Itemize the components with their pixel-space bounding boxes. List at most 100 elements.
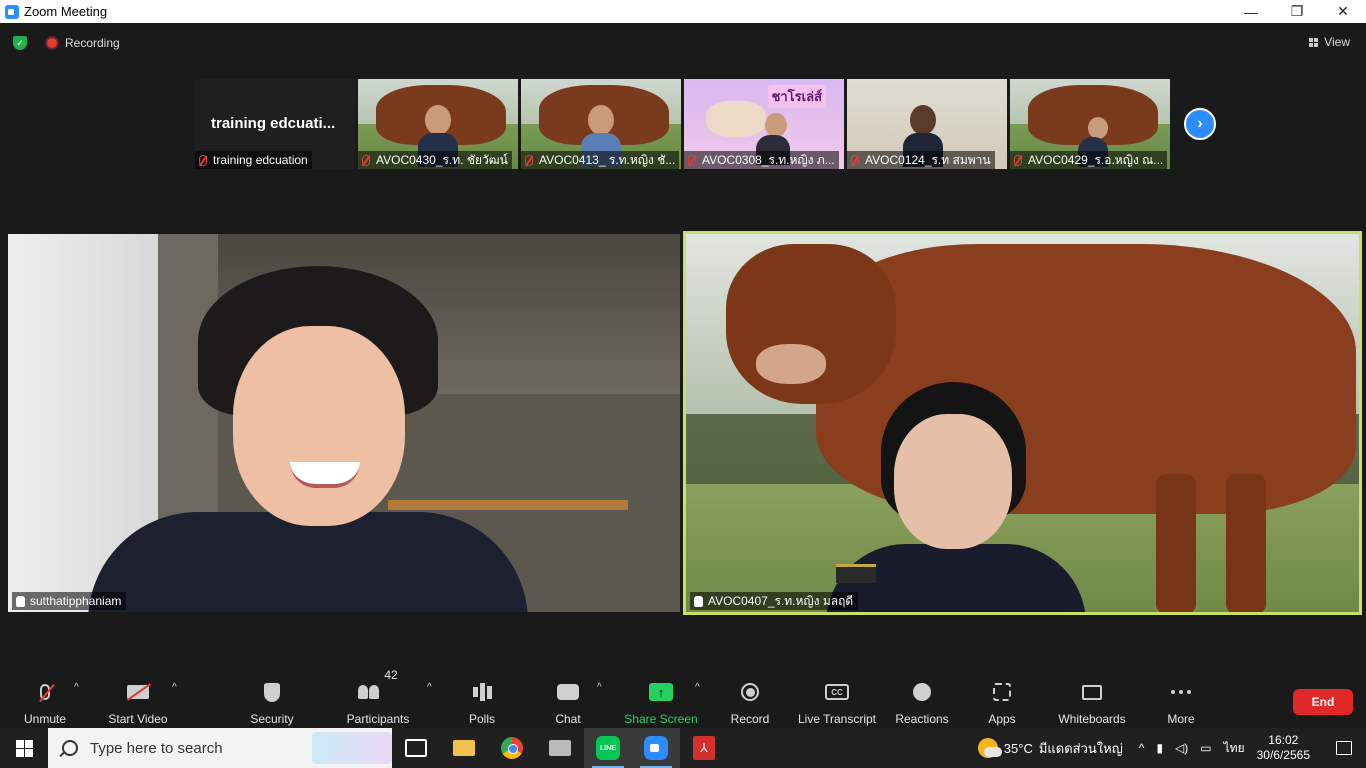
share-screen-label: Share Screen <box>624 712 698 726</box>
video-options-caret-icon[interactable]: ^ <box>172 682 177 693</box>
closed-caption-icon: CC <box>825 684 849 700</box>
minimize-button[interactable]: — <box>1228 0 1274 23</box>
recording-label: Recording <box>65 36 120 50</box>
raise-hand-icon <box>16 595 25 607</box>
end-meeting-button[interactable]: End <box>1293 689 1353 715</box>
more-label: More <box>1167 712 1195 726</box>
file-explorer-button[interactable] <box>440 728 488 768</box>
thumbnail-tile[interactable]: AVOC0430_ร.ท. ชัยวัฒน์ <box>358 79 518 169</box>
chat-label: Chat <box>555 712 581 726</box>
microphone-muted-icon <box>40 684 50 700</box>
apps-button[interactable]: Apps <box>957 680 1047 726</box>
thumbnail-tile[interactable]: ชาโรเล่ส์ AVOC0308_ร.ท.หญิง ภ... <box>684 79 844 169</box>
participants-button[interactable]: 42 Participants <box>333 668 423 726</box>
window-controls: — ❐ ✕ <box>1228 0 1366 23</box>
notification-center-button[interactable] <box>1322 728 1366 768</box>
video-tile-active-speaker[interactable]: AVOC0407_ร.ท.หญิง มลฤดี <box>683 231 1362 615</box>
thumbnail-big-name: training edcuati... <box>211 115 336 132</box>
encryption-shield-icon[interactable]: ✓ <box>13 36 27 50</box>
thumbnail-name: AVOC0429_ร.อ.หญิง ณ... <box>1028 152 1164 167</box>
temperature[interactable]: 35°C <box>1004 741 1033 756</box>
share-options-caret-icon[interactable]: ^ <box>695 682 700 693</box>
thumbnail-name: AVOC0430_ร.ท. ชัยวัฒน์ <box>376 152 508 167</box>
video-tile-left[interactable]: sutthatipphaniam <box>8 234 680 612</box>
restore-button[interactable]: ❐ <box>1274 0 1320 23</box>
network-icon[interactable]: ▭ <box>1200 741 1211 755</box>
recording-indicator[interactable]: Recording <box>45 36 120 50</box>
chat-bubble-icon <box>557 684 579 700</box>
taskbar-search-box[interactable]: Type here to search <box>48 728 392 768</box>
view-label: View <box>1324 35 1350 49</box>
search-placeholder: Type here to search <box>90 739 223 757</box>
zoom-icon <box>644 736 668 760</box>
speaker-icon[interactable]: ◁) <box>1175 741 1188 755</box>
meeting-topbar: ✓ Recording View <box>0 23 1366 63</box>
pdf-app-button[interactable]: ⅄ <box>680 728 728 768</box>
thumbnail-tile[interactable]: AVOC0429_ร.อ.หญิง ณ... <box>1010 79 1170 169</box>
notification-icon <box>1336 741 1352 755</box>
live-transcript-label: Live Transcript <box>797 712 877 726</box>
view-button[interactable]: View <box>1309 35 1350 49</box>
thumbnail-name: AVOC0124_ร.ท สมพาน <box>865 152 991 167</box>
participants-options-caret-icon[interactable]: ^ <box>427 682 432 693</box>
search-highlight-image <box>312 732 392 764</box>
thumbnail-label: AVOC0308_ร.ท.หญิง ภ... <box>684 151 839 169</box>
grid-view-icon <box>1309 37 1319 47</box>
weather-icon[interactable] <box>977 738 1002 758</box>
windows-logo-icon <box>15 739 33 757</box>
share-screen-icon: ↑ <box>649 683 673 701</box>
input-language[interactable]: ไทย <box>1224 739 1245 758</box>
start-video-button[interactable]: Start Video <box>93 680 183 726</box>
whiteboards-button[interactable]: Whiteboards <box>1047 680 1137 726</box>
raise-hand-icon <box>694 595 703 607</box>
window-titlebar: Zoom Meeting — ❐ ✕ <box>0 0 1366 23</box>
more-button[interactable]: More <box>1136 680 1226 726</box>
pdf-icon: ⅄ <box>693 736 715 760</box>
record-icon <box>741 683 759 701</box>
mic-muted-icon <box>688 154 696 166</box>
chrome-button[interactable] <box>488 728 536 768</box>
thumbnail-tile[interactable]: AVOC0413_ ร.ท.หญิง ชั... <box>521 79 681 169</box>
task-view-button[interactable] <box>392 728 440 768</box>
video-name-label: AVOC0407_ร.ท.หญิง มลฤดี <box>690 592 859 610</box>
video-off-icon <box>127 685 149 699</box>
start-button[interactable] <box>0 728 48 768</box>
chat-options-caret-icon[interactable]: ^ <box>597 682 602 693</box>
start-video-label: Start Video <box>108 712 168 726</box>
apps-label: Apps <box>988 712 1016 726</box>
security-button[interactable]: Security <box>227 680 317 726</box>
clock-time: 16:02 <box>1268 733 1299 747</box>
thumbnail-tile[interactable]: training edcuati... training edcuation <box>195 79 355 169</box>
participant-name: AVOC0407_ร.ท.หญิง มลฤดี <box>708 593 854 608</box>
weather-text[interactable]: มีแดดส่วนใหญ่ <box>1039 738 1123 759</box>
taskbar-clock[interactable]: 16:02 30/6/2565 <box>1257 733 1310 763</box>
meeting-toolbar: Unmute ^ Start Video ^ Security 42 Parti… <box>0 668 1366 728</box>
line-app-button[interactable]: LINE <box>584 728 632 768</box>
next-page-arrow-icon[interactable]: › <box>1184 108 1216 140</box>
share-screen-button[interactable]: ↑ Share Screen <box>616 680 706 726</box>
apps-icon <box>993 683 1011 701</box>
thumbnail-tile[interactable]: AVOC0124_ร.ท สมพาน <box>847 79 1007 169</box>
participant-thumbnail-strip: training edcuati... training edcuation A… <box>195 79 1170 169</box>
hidden-icons-chevron-icon[interactable]: ^ <box>1139 741 1145 755</box>
close-button[interactable]: ✕ <box>1320 0 1366 23</box>
thumbnail-name: training edcuation <box>213 153 308 167</box>
zoom-app-button[interactable] <box>632 728 680 768</box>
thumbnail-name: AVOC0413_ ร.ท.หญิง ชั... <box>539 152 676 167</box>
thumbnail-label: AVOC0429_ร.อ.หญิง ณ... <box>1010 151 1168 169</box>
polls-button[interactable]: Polls <box>437 680 527 726</box>
mic-muted-icon <box>362 154 370 166</box>
reactions-button[interactable]: Reactions <box>877 680 967 726</box>
mic-muted-icon <box>1014 154 1022 166</box>
participants-count: 42 <box>384 668 398 682</box>
microphone-icon[interactable]: ▮ <box>1156 741 1163 755</box>
windows-taskbar: Type here to search LINE ⅄ 35°C มีแดดส่ว… <box>0 728 1366 768</box>
record-button[interactable]: Record <box>705 680 795 726</box>
thumbnail-name: AVOC0308_ร.ท.หญิง ภ... <box>702 152 835 167</box>
audio-options-caret-icon[interactable]: ^ <box>74 682 79 693</box>
live-transcript-button[interactable]: CC Live Transcript <box>792 680 882 726</box>
video-name-label: sutthatipphaniam <box>12 592 127 610</box>
scanner-app-button[interactable] <box>536 728 584 768</box>
polls-label: Polls <box>468 712 495 726</box>
thumbnail-label: AVOC0124_ร.ท สมพาน <box>847 151 995 169</box>
